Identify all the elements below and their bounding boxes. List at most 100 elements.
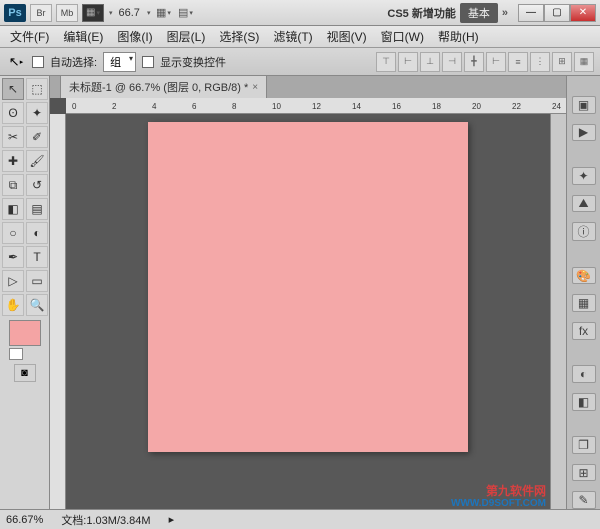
ruler-tick: 14 bbox=[352, 102, 361, 111]
distribute-v-icon[interactable]: ⋮ bbox=[530, 52, 550, 72]
canvas-wrapper: 第九软件网 WWW.D9SOFT.COM bbox=[50, 114, 566, 509]
screen-mode-button[interactable]: ▦▾ bbox=[82, 4, 104, 22]
crop-tool[interactable]: ✂ bbox=[2, 126, 24, 148]
options-bar: ↖▸ 自动选择: 组 显示变换控件 ⊤ ⊢ ⊥ ⊣ ╋ ⊢ ≡ ⋮ ⊞ ▦ bbox=[0, 48, 600, 76]
stamp-tool[interactable]: ⧉ bbox=[2, 174, 24, 196]
color-swatches: ◙ bbox=[2, 320, 47, 382]
workspace-selector[interactable]: 基本 bbox=[460, 3, 498, 23]
move-tool[interactable]: ↖ bbox=[2, 78, 24, 100]
show-transform-checkbox[interactable] bbox=[142, 56, 154, 68]
masks-panel-icon[interactable]: ◧ bbox=[572, 393, 596, 411]
ruler-tick: 4 bbox=[152, 102, 156, 111]
align-left-icon[interactable]: ⊣ bbox=[442, 52, 462, 72]
path-select-tool[interactable]: ▷ bbox=[2, 270, 24, 292]
color-panel-icon[interactable]: 🎨 bbox=[572, 267, 596, 285]
dropdown-arrow-icon[interactable]: ▾ bbox=[147, 9, 151, 17]
shape-tool[interactable]: ▭ bbox=[26, 270, 48, 292]
minimize-button[interactable]: — bbox=[518, 4, 544, 22]
bridge-button[interactable]: Br bbox=[30, 4, 52, 22]
ruler-tick: 6 bbox=[192, 102, 196, 111]
canvas-background[interactable]: 第九软件网 WWW.D9SOFT.COM bbox=[66, 114, 550, 509]
menu-bar: 文件(F) 编辑(E) 图像(I) 图层(L) 选择(S) 滤镜(T) 视图(V… bbox=[0, 26, 600, 48]
menu-view[interactable]: 视图(V) bbox=[321, 26, 373, 47]
heal-tool[interactable]: ✚ bbox=[2, 150, 24, 172]
swatches-panel-icon[interactable]: ▦ bbox=[572, 294, 596, 312]
histogram-panel-icon[interactable]: ⛰ bbox=[572, 195, 596, 213]
foreground-color-swatch[interactable] bbox=[9, 320, 41, 346]
view-extras-button[interactable]: ▦▾ bbox=[154, 4, 172, 22]
menu-window[interactable]: 窗口(W) bbox=[375, 26, 430, 47]
status-zoom[interactable]: 66.67% bbox=[6, 514, 43, 526]
ruler-tick: 24 bbox=[552, 102, 561, 111]
auto-select-target-select[interactable]: 组 bbox=[103, 52, 136, 72]
menu-help[interactable]: 帮助(H) bbox=[432, 26, 485, 47]
navigator-panel-icon[interactable]: ✦ bbox=[572, 167, 596, 185]
close-tab-icon[interactable]: × bbox=[252, 82, 258, 93]
info-panel-icon[interactable]: ⓘ bbox=[572, 222, 596, 241]
background-color-swatch[interactable] bbox=[9, 348, 23, 360]
history-panel-icon[interactable]: ▣ bbox=[572, 96, 596, 114]
marquee-tool[interactable]: ⬚ bbox=[26, 78, 48, 100]
canvas[interactable] bbox=[148, 122, 468, 452]
align-hcenter-icon[interactable]: ╋ bbox=[464, 52, 484, 72]
dodge-tool[interactable]: ◐ bbox=[26, 222, 48, 244]
gradient-tool[interactable]: ▤ bbox=[26, 198, 48, 220]
menu-file[interactable]: 文件(F) bbox=[4, 26, 55, 47]
type-tool[interactable]: T bbox=[26, 246, 48, 268]
zoom-tool[interactable]: 🔍 bbox=[26, 294, 48, 316]
ruler-tick: 2 bbox=[112, 102, 116, 111]
wand-tool[interactable]: ✦ bbox=[26, 102, 48, 124]
lasso-tool[interactable]: ʘ bbox=[2, 102, 24, 124]
channels-panel-icon[interactable]: ⊞ bbox=[572, 464, 596, 482]
dropdown-arrow-icon: ▾ bbox=[109, 9, 113, 17]
ruler-tick: 12 bbox=[312, 102, 321, 111]
actions-panel-icon[interactable]: ▶ bbox=[572, 124, 596, 142]
expand-workspaces-icon[interactable]: » bbox=[502, 7, 508, 19]
pen-tool[interactable]: ✒ bbox=[2, 246, 24, 268]
align-bottom-icon[interactable]: ⊥ bbox=[420, 52, 440, 72]
blur-tool[interactable]: ○ bbox=[2, 222, 24, 244]
align-right-icon[interactable]: ⊢ bbox=[486, 52, 506, 72]
menu-select[interactable]: 选择(S) bbox=[213, 26, 265, 47]
horizontal-ruler[interactable]: 0 2 4 6 8 10 12 14 16 18 20 22 24 bbox=[66, 98, 566, 114]
zoom-level-field[interactable]: 66.7 bbox=[117, 7, 142, 19]
move-tool-icon[interactable]: ↖▸ bbox=[6, 52, 26, 72]
vertical-scrollbar[interactable] bbox=[550, 114, 566, 509]
eraser-tool[interactable]: ◧ bbox=[2, 198, 24, 220]
status-doc-info[interactable]: 文档:1.03M/3.84M bbox=[61, 512, 150, 528]
ruler-tick: 20 bbox=[472, 102, 481, 111]
cs5-features-label[interactable]: CS5 新增功能 bbox=[387, 5, 455, 21]
layers-panel-icon[interactable]: ❐ bbox=[572, 436, 596, 454]
ruler-tick: 16 bbox=[392, 102, 401, 111]
menu-edit[interactable]: 编辑(E) bbox=[57, 26, 109, 47]
maximize-button[interactable]: ▢ bbox=[544, 4, 570, 22]
align-vcenter-icon[interactable]: ⊢ bbox=[398, 52, 418, 72]
auto-align-icon[interactable]: ▦ bbox=[574, 52, 594, 72]
distribute-3-icon[interactable]: ⊞ bbox=[552, 52, 572, 72]
document-tab[interactable]: 未标题-1 @ 66.7% (图层 0, RGB/8) * × bbox=[60, 75, 267, 98]
brush-tool[interactable]: 🖌 bbox=[26, 150, 48, 172]
styles-panel-icon[interactable]: fx bbox=[572, 322, 596, 340]
adjustments-panel-icon[interactable]: ◐ bbox=[572, 365, 596, 383]
hand-tool[interactable]: ✋ bbox=[2, 294, 24, 316]
menu-layer[interactable]: 图层(L) bbox=[161, 26, 212, 47]
menu-filter[interactable]: 滤镜(T) bbox=[267, 26, 318, 47]
auto-select-label: 自动选择: bbox=[50, 54, 97, 70]
distribute-h-icon[interactable]: ≡ bbox=[508, 52, 528, 72]
vertical-ruler[interactable] bbox=[50, 114, 66, 509]
close-button[interactable]: ✕ bbox=[570, 4, 596, 22]
status-menu-arrow-icon[interactable]: ▸ bbox=[169, 513, 175, 526]
align-distribute-group: ⊤ ⊢ ⊥ ⊣ ╋ ⊢ ≡ ⋮ ⊞ ▦ bbox=[376, 52, 594, 72]
ruler-tick: 0 bbox=[72, 102, 76, 111]
watermark: 第九软件网 WWW.D9SOFT.COM bbox=[451, 485, 546, 509]
quick-mask-button[interactable]: ◙ bbox=[14, 364, 36, 382]
arrange-docs-button[interactable]: ▤▾ bbox=[176, 4, 194, 22]
paths-panel-icon[interactable]: ✎ bbox=[572, 491, 596, 509]
eyedropper-tool[interactable]: ✐ bbox=[26, 126, 48, 148]
menu-image[interactable]: 图像(I) bbox=[111, 26, 158, 47]
history-brush-tool[interactable]: ↺ bbox=[26, 174, 48, 196]
ps-logo: Ps bbox=[4, 4, 26, 22]
minibridge-button[interactable]: Mb bbox=[56, 4, 78, 22]
auto-select-checkbox[interactable] bbox=[32, 56, 44, 68]
align-top-icon[interactable]: ⊤ bbox=[376, 52, 396, 72]
